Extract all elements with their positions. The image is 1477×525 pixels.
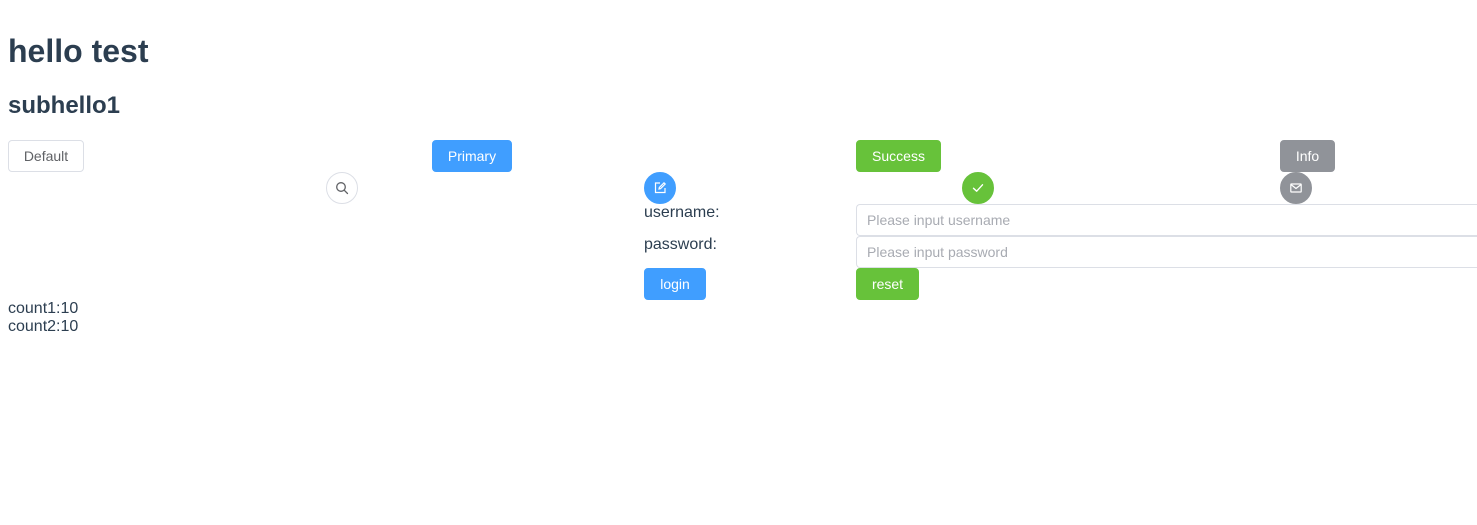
- search-circle-button[interactable]: [326, 172, 358, 204]
- edit-circle-button[interactable]: [644, 172, 676, 204]
- password-input[interactable]: [856, 236, 1477, 268]
- check-circle-button[interactable]: [962, 172, 994, 204]
- check-icon: [971, 181, 985, 195]
- page: hello test subhello1 Default Primary Suc…: [0, 0, 1477, 525]
- username-input[interactable]: [856, 204, 1477, 236]
- default-button[interactable]: Default: [8, 140, 84, 172]
- count2-text: count2:10: [8, 318, 79, 335]
- username-label: username:: [644, 204, 720, 221]
- edit-icon: [653, 181, 667, 195]
- login-button[interactable]: login: [644, 268, 706, 300]
- primary-button[interactable]: Primary: [432, 140, 512, 172]
- message-icon: [1289, 181, 1303, 195]
- info-button[interactable]: Info: [1280, 140, 1335, 172]
- search-icon: [335, 181, 349, 195]
- count1-text: count1:10: [8, 300, 79, 317]
- page-title: hello test: [8, 33, 149, 69]
- password-label: password:: [644, 236, 717, 253]
- page-subtitle: subhello1: [8, 92, 121, 119]
- success-button[interactable]: Success: [856, 140, 941, 172]
- reset-button[interactable]: reset: [856, 268, 919, 300]
- message-circle-button[interactable]: [1280, 172, 1312, 204]
